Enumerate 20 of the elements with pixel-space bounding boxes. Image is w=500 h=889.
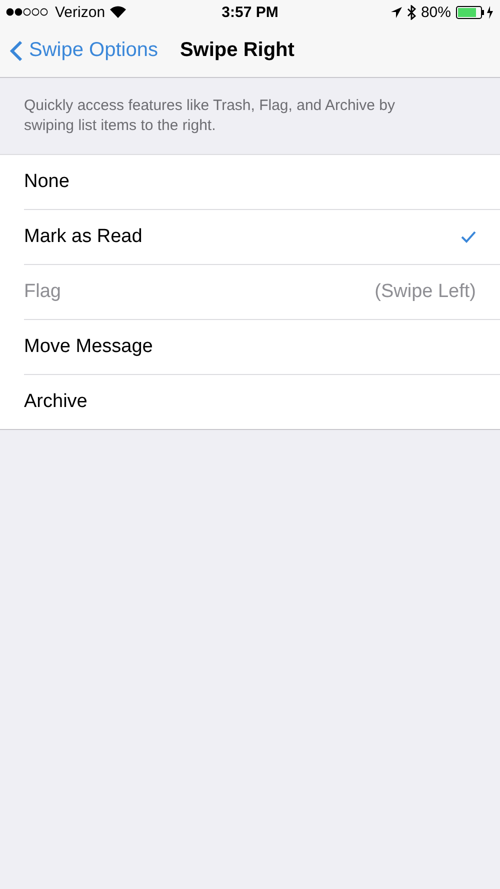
- page-title: Swipe Right: [180, 39, 294, 62]
- option-row[interactable]: Mark as Read: [24, 210, 500, 265]
- option-label: Flag: [24, 281, 61, 303]
- option-row[interactable]: Move Message: [24, 320, 500, 375]
- option-label: Archive: [24, 391, 88, 413]
- back-chevron-icon: [10, 40, 23, 62]
- option-label: Move Message: [24, 336, 153, 358]
- battery-percent: 80%: [420, 4, 451, 20]
- option-row[interactable]: None: [24, 155, 500, 210]
- option-row[interactable]: Archive: [24, 375, 500, 429]
- option-label: None: [24, 171, 70, 193]
- carrier-name: Verizon: [55, 4, 106, 20]
- option-label: Mark as Read: [24, 226, 142, 248]
- location-arrow-icon: [390, 6, 402, 18]
- option-detail: (Swipe Left): [374, 281, 476, 303]
- bluetooth-icon: [406, 4, 416, 20]
- signal-icon: [6, 8, 50, 16]
- battery-charging-icon: [456, 6, 494, 18]
- wifi-icon: [110, 6, 126, 18]
- status-time: 3:57 PM: [222, 4, 278, 20]
